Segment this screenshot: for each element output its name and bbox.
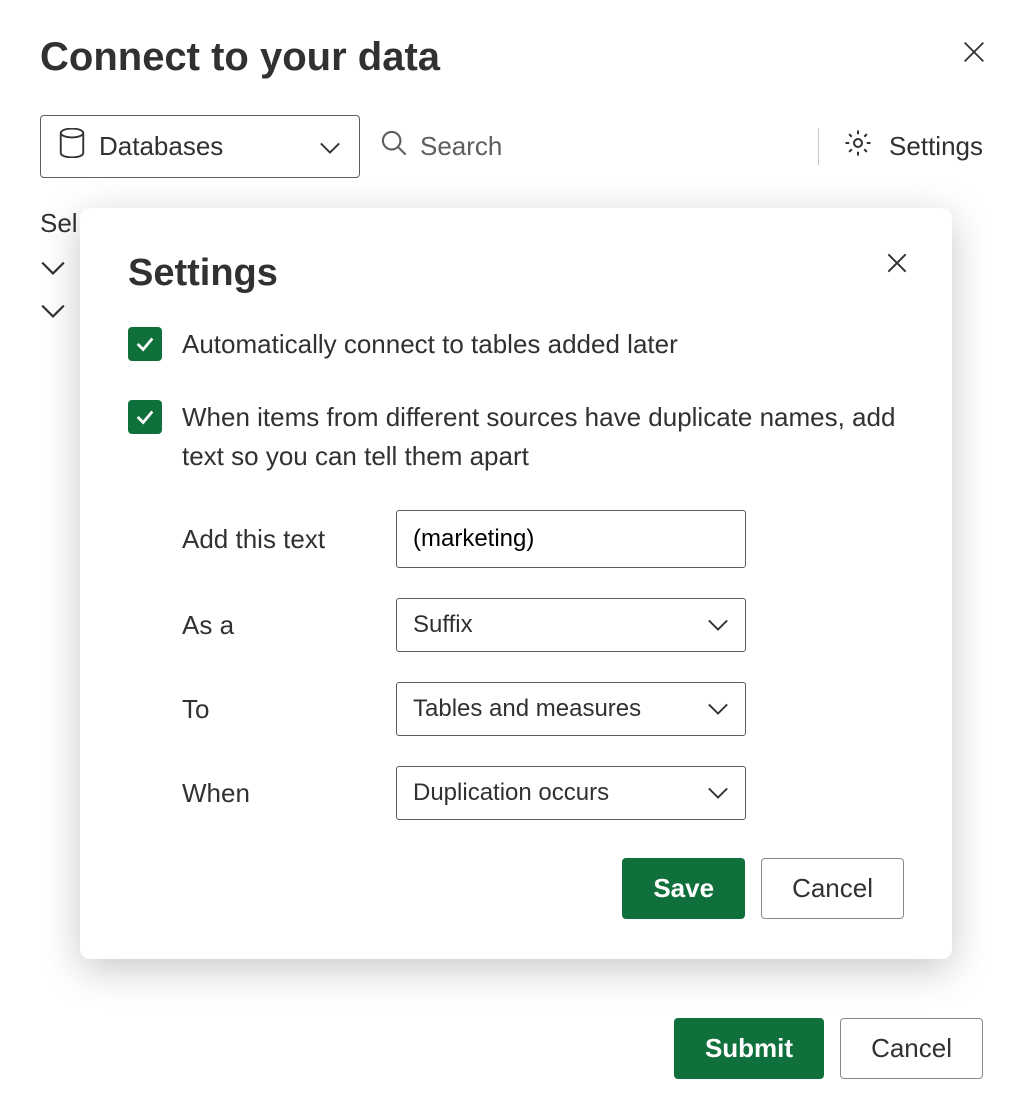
as-a-select[interactable]: Suffix xyxy=(396,598,746,652)
toolbar: Databases Search Settings xyxy=(0,80,1023,198)
close-button[interactable] xyxy=(960,38,988,71)
gear-icon xyxy=(843,128,873,165)
category-dropdown[interactable]: Databases xyxy=(40,115,360,178)
chevron-down-icon xyxy=(707,702,729,716)
check-icon xyxy=(134,333,156,355)
submit-button[interactable]: Submit xyxy=(674,1018,824,1079)
page-footer: Submit Cancel xyxy=(674,1018,983,1079)
settings-modal: Settings Automatically connect to tables… xyxy=(80,208,952,959)
category-label: Databases xyxy=(99,131,223,162)
as-a-label: As a xyxy=(182,610,396,641)
database-icon xyxy=(59,128,85,165)
close-icon xyxy=(884,250,910,276)
check-icon xyxy=(134,406,156,428)
chevron-down-icon xyxy=(707,618,729,632)
duplicate-names-label: When items from different sources have d… xyxy=(182,398,904,476)
when-value: Duplication occurs xyxy=(413,779,609,807)
when-label: When xyxy=(182,778,396,809)
add-text-label: Add this text xyxy=(182,524,396,555)
when-select[interactable]: Duplication occurs xyxy=(396,766,746,820)
modal-title: Settings xyxy=(128,252,904,295)
search-placeholder: Search xyxy=(420,131,502,162)
page-title: Connect to your data xyxy=(0,0,1023,80)
as-a-value: Suffix xyxy=(413,611,473,639)
settings-button[interactable]: Settings xyxy=(818,128,983,165)
add-text-input[interactable] xyxy=(396,510,746,568)
close-icon xyxy=(960,38,988,66)
modal-cancel-button[interactable]: Cancel xyxy=(761,858,904,919)
chevron-down-icon xyxy=(40,302,66,320)
chevron-down-icon xyxy=(319,131,341,162)
chevron-down-icon xyxy=(707,786,729,800)
settings-label: Settings xyxy=(889,131,983,162)
modal-close-button[interactable] xyxy=(884,250,910,281)
chevron-down-icon xyxy=(40,259,66,277)
save-button[interactable]: Save xyxy=(622,858,745,919)
auto-connect-label: Automatically connect to tables added la… xyxy=(182,325,678,364)
to-label: To xyxy=(182,694,396,725)
cancel-button[interactable]: Cancel xyxy=(840,1018,983,1079)
search-input[interactable]: Search xyxy=(380,129,798,164)
auto-connect-checkbox[interactable] xyxy=(128,327,162,361)
to-select[interactable]: Tables and measures xyxy=(396,682,746,736)
search-icon xyxy=(380,129,408,164)
to-value: Tables and measures xyxy=(413,695,641,723)
duplicate-names-checkbox[interactable] xyxy=(128,400,162,434)
